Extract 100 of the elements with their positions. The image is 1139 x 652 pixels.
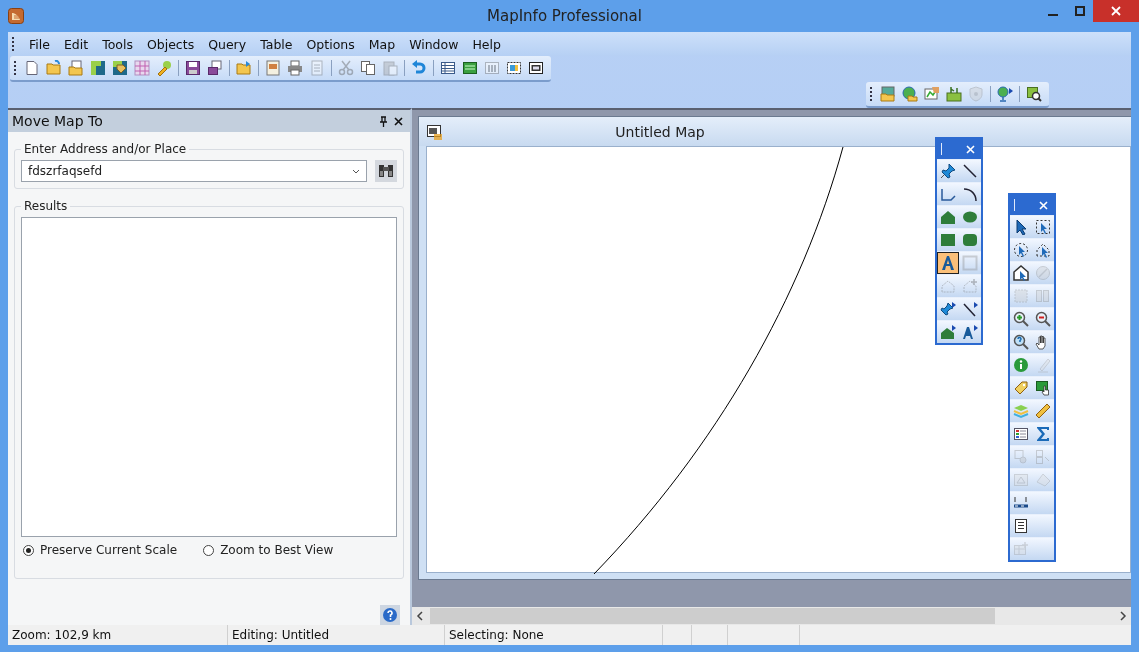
- menu-item[interactable]: Map: [361, 34, 403, 54]
- find-button[interactable]: [375, 160, 397, 182]
- table-icon: [440, 60, 456, 76]
- unselect-icon: [1035, 265, 1051, 281]
- add-table-icon: [1013, 541, 1029, 557]
- boundary-select-tool-button[interactable]: [1010, 262, 1032, 284]
- scrollbar-thumb[interactable]: [430, 608, 995, 624]
- antenna-grid-icon: [946, 86, 962, 102]
- globe-arrow-button[interactable]: [995, 84, 1015, 104]
- map-tag-button[interactable]: [110, 58, 130, 78]
- help-button[interactable]: [380, 605, 400, 625]
- ellipse-icon: [962, 209, 978, 225]
- help-icon: [382, 607, 398, 623]
- printer-button[interactable]: [285, 58, 305, 78]
- results-label: Results: [23, 199, 69, 213]
- print-preview-button[interactable]: [263, 58, 283, 78]
- menu-item[interactable]: Query: [201, 34, 254, 54]
- status-field: Zoom: 102,9 km: [8, 625, 228, 645]
- folder-arrow-icon: [236, 60, 252, 76]
- region-style-icon: [940, 324, 956, 340]
- graph-select-icon: [1035, 288, 1051, 304]
- panel-title: Move Map To: [12, 113, 104, 129]
- polygon-icon: [940, 209, 956, 225]
- window-title: MapInfo Professional: [486, 7, 643, 25]
- globe-folder-button[interactable]: [900, 84, 920, 104]
- reshape-polygon-icon: [940, 278, 956, 294]
- close-icon[interactable]: [1039, 200, 1048, 210]
- scale-radio-option[interactable]: Preserve Current Scale: [23, 543, 178, 557]
- copy-icon: [360, 60, 376, 76]
- clip-region-icon: [1013, 449, 1029, 465]
- close-button[interactable]: [391, 116, 406, 126]
- clipboard-icon: [382, 60, 398, 76]
- folder-arrow-button[interactable]: [234, 58, 254, 78]
- radius-select-icon: [1013, 242, 1029, 258]
- map-window-icon: [462, 60, 478, 76]
- save-copy-button[interactable]: [205, 58, 225, 78]
- text-letter-tool-button[interactable]: [937, 252, 959, 274]
- page-setup-icon: [309, 60, 325, 76]
- menu-item[interactable]: File: [22, 34, 57, 54]
- map-canvas[interactable]: [426, 146, 1131, 573]
- polygon-select-icon: [1035, 242, 1051, 258]
- arc-icon: [962, 186, 978, 202]
- add-node-icon: [962, 278, 978, 294]
- status-field: Selecting: None: [445, 625, 663, 645]
- text-letter-icon: [940, 255, 956, 271]
- menu-item[interactable]: Tools: [95, 34, 140, 54]
- menu-item[interactable]: Objects: [139, 34, 202, 54]
- dropdown-caret-icon: [352, 168, 360, 174]
- printer-icon: [287, 60, 303, 76]
- map-button[interactable]: [88, 58, 108, 78]
- frame-icon: [962, 255, 978, 271]
- minimize-icon: [1047, 14, 1058, 16]
- line-style-icon: [962, 301, 978, 317]
- antenna-grid-button[interactable]: [944, 84, 964, 104]
- text-style-icon: [962, 324, 978, 340]
- layers-icon: [1013, 403, 1029, 419]
- rectangle-icon: [940, 232, 956, 248]
- menu-item[interactable]: Window: [402, 34, 466, 54]
- address-combo-box[interactable]: fdszrfaqsefd: [21, 160, 367, 182]
- close-icon[interactable]: [966, 144, 975, 154]
- folder-document-button[interactable]: [66, 58, 86, 78]
- boundary-select-icon: [1013, 265, 1029, 281]
- grid-map-icon: [134, 60, 150, 76]
- pin-icon: [379, 115, 388, 127]
- folder-map-icon: [880, 86, 896, 102]
- menu-item[interactable]: Options: [299, 34, 362, 54]
- map-window-title: Untitled Map: [614, 123, 706, 140]
- radio-button[interactable]: [203, 544, 215, 556]
- menu-item[interactable]: Table: [253, 34, 300, 54]
- save-copy-icon: [207, 60, 223, 76]
- rounded-rectangle-icon: [962, 232, 978, 248]
- globe-folder-icon: [902, 86, 918, 102]
- floppy-disk-button[interactable]: [183, 58, 203, 78]
- window-frame-icon: [528, 60, 544, 76]
- sigma-icon: [1035, 426, 1051, 442]
- close-icon: [394, 116, 403, 126]
- app-icon: [8, 8, 24, 24]
- polyline-icon: [940, 186, 956, 202]
- legend-icon: [1013, 426, 1029, 442]
- folder-map-button[interactable]: [878, 84, 898, 104]
- marquee-select-icon: [1035, 219, 1051, 235]
- menu-item[interactable]: Edit: [56, 34, 96, 54]
- copy-button[interactable]: [358, 58, 378, 78]
- clip-region-off-icon: [1035, 449, 1051, 465]
- line-icon: [962, 163, 978, 179]
- hotlink-hand-icon: [1035, 380, 1051, 396]
- radio-button[interactable]: [23, 544, 34, 556]
- scale-radio-option[interactable]: Zoom to Best View: [203, 543, 334, 557]
- print-preview-icon: [265, 60, 281, 76]
- magnifier-document-button[interactable]: [1024, 84, 1044, 104]
- list-icon: [1013, 518, 1029, 534]
- bar-chart-icon: [484, 60, 500, 76]
- page-icon: [24, 60, 40, 76]
- globe-arrow-icon: [997, 86, 1013, 102]
- key-icon: [156, 60, 172, 76]
- zoom-out-icon: [1035, 311, 1051, 327]
- menu-item[interactable]: Help: [465, 34, 508, 54]
- binoculars-icon: [377, 162, 395, 180]
- folder-button[interactable]: [44, 58, 64, 78]
- magnifier-document-icon: [1026, 86, 1042, 102]
